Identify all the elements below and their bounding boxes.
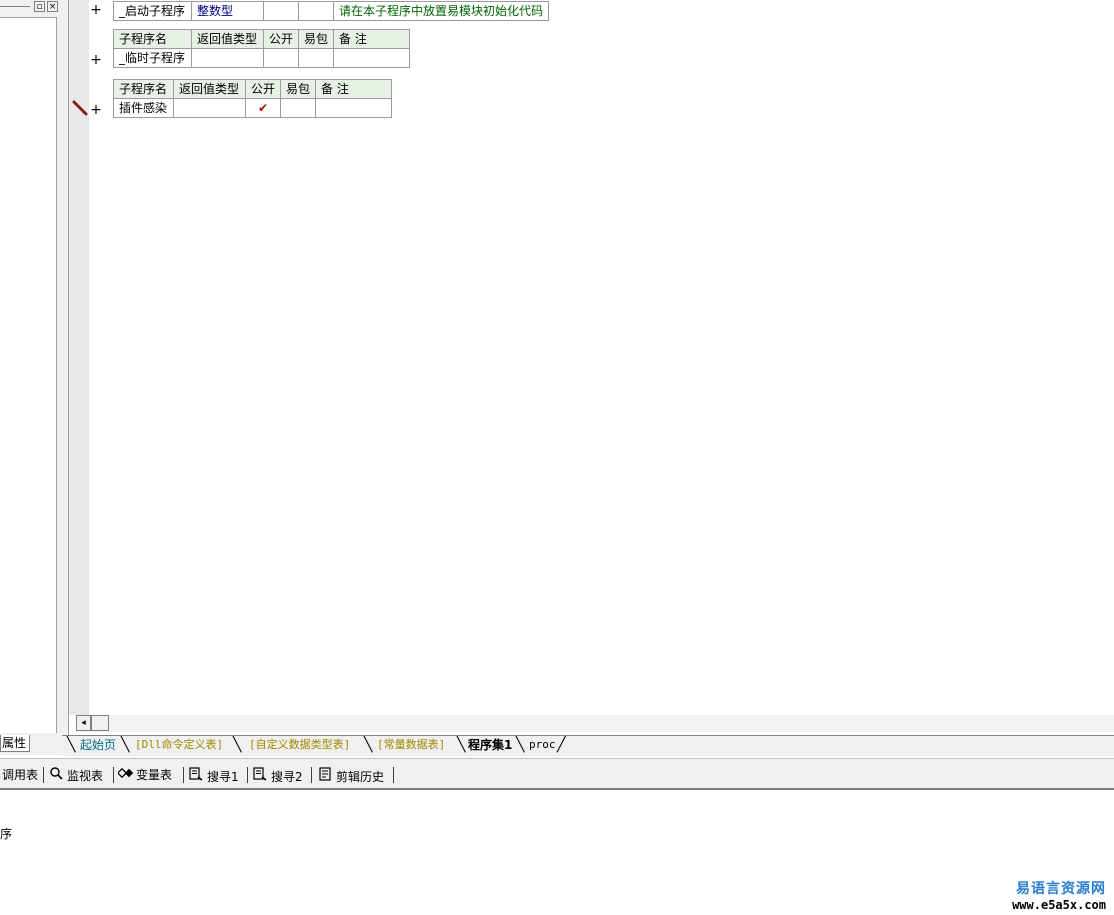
property-panel: ▫ × 属性 [0, 0, 62, 755]
sub-name-cell[interactable]: _启动子程序 [113, 1, 192, 21]
tab-proc[interactable]: proc [523, 736, 562, 755]
search-doc-icon [253, 767, 267, 785]
variable-icon [116, 767, 134, 783]
easy-pack-cell[interactable] [280, 98, 317, 118]
subroutine-table: 子程序名 返回值类型 公开 易包 备 注 _临时子程序 [113, 29, 411, 68]
expand-icon[interactable]: + [90, 3, 102, 17]
column-header: 公开 [244, 79, 282, 99]
restore-button[interactable]: ▫ [34, 1, 45, 12]
tab-divider: ╱ [557, 737, 566, 753]
sub-name-cell[interactable]: 插件感染 [113, 98, 174, 118]
clip-history-button[interactable]: 剪辑历史 [318, 767, 385, 785]
tab-custom-types[interactable]: [自定义数据类型表] [243, 736, 356, 755]
toolbar-divider [311, 767, 312, 783]
clip-history-label: 剪辑历史 [336, 770, 385, 784]
table-row: 插件感染 ✔ [113, 98, 393, 118]
return-type-cell[interactable] [173, 98, 246, 118]
expand-icon[interactable]: + [90, 53, 102, 67]
tab-divider: ╲ [233, 737, 242, 753]
sub-name-cell[interactable]: _临时子程序 [113, 48, 192, 68]
note-cell[interactable] [315, 98, 393, 118]
variable-table-button[interactable]: 变量表 [116, 767, 173, 783]
subroutine-table: _启动子程序 整数型 请在本子程序中放置易模块初始化代码 [113, 1, 550, 21]
search1-button[interactable]: 搜寻1 [189, 767, 239, 785]
call-table-label: 调用表 [2, 768, 39, 782]
toolbar-divider [247, 767, 248, 783]
column-header: 易包 [298, 29, 335, 49]
column-header: 子程序名 [113, 79, 174, 99]
scroll-left-arrow-icon[interactable]: ◂ [76, 715, 91, 731]
note-cell[interactable] [333, 48, 411, 68]
tab-constants[interactable]: [常量数据表] [371, 736, 451, 755]
column-header: 易包 [280, 79, 317, 99]
toolbar-divider [183, 767, 184, 783]
subroutine-table: 子程序名 返回值类型 公开 易包 备 注 插件感染 ✔ [113, 79, 393, 118]
close-button[interactable]: × [47, 1, 58, 12]
public-checkmark[interactable]: ✔ [244, 98, 282, 118]
editor-border [62, 0, 69, 735]
panel-title-bar [0, 6, 30, 7]
variable-table-label: 变量表 [136, 768, 173, 782]
column-header: 返回值类型 [173, 79, 246, 99]
note-cell[interactable]: 请在本子程序中放置易模块初始化代码 [332, 1, 550, 21]
magnifier-icon [49, 767, 63, 784]
search2-label: 搜寻2 [271, 770, 303, 784]
watch-table-label: 监视表 [67, 769, 104, 783]
easy-pack-cell[interactable] [298, 1, 334, 21]
column-header: 公开 [262, 29, 300, 49]
pencil-icon [72, 100, 88, 116]
column-header: 备 注 [333, 29, 411, 49]
return-type-cell[interactable] [191, 48, 264, 68]
clipboard-icon [318, 767, 332, 785]
table-header-row: 子程序名 返回值类型 公开 易包 备 注 [113, 79, 393, 99]
search2-button[interactable]: 搜寻2 [253, 767, 303, 785]
column-header: 子程序名 [113, 29, 192, 49]
search-doc-icon [189, 767, 203, 785]
toolbar-divider [393, 767, 394, 783]
toolbar-divider [113, 767, 114, 783]
tab-dll-commands[interactable]: [Dll命令定义表] [129, 736, 229, 755]
watermark-title: 易语言资源网 [1016, 881, 1106, 897]
call-table-button[interactable]: 调用表 [2, 767, 38, 783]
public-cell[interactable] [263, 1, 299, 21]
output-text: 序 [0, 827, 13, 841]
column-header: 返回值类型 [191, 29, 264, 49]
public-cell[interactable] [262, 48, 300, 68]
table-header-row: 子程序名 返回值类型 公开 易包 备 注 [113, 29, 411, 49]
watermark-url: www.e5a5x.com [1012, 898, 1106, 912]
column-header: 备 注 [315, 79, 393, 99]
toolbar-divider [43, 767, 44, 783]
easy-pack-cell[interactable] [298, 48, 335, 68]
tab-assembly-1[interactable]: 程序集1 [462, 736, 518, 755]
watch-table-button[interactable]: 监视表 [49, 767, 103, 783]
tab-start-page[interactable]: 起始页 [74, 736, 122, 755]
return-type-cell[interactable]: 整数型 [191, 1, 264, 21]
scroll-thumb[interactable] [91, 715, 109, 731]
property-list[interactable] [0, 17, 57, 733]
table-row: _启动子程序 整数型 请在本子程序中放置易模块初始化代码 [113, 1, 550, 21]
tab-properties[interactable]: 属性 [0, 735, 30, 752]
search1-label: 搜寻1 [207, 770, 239, 784]
output-toolbar: 调用表 监视表 变量表 搜寻1 搜寻2 剪辑历史 [0, 758, 1114, 790]
horizontal-scrollbar[interactable]: ◂ [76, 715, 1114, 732]
document-tab-strip: ╲ 起始页 ╲ [Dll命令定义表] ╲ [自定义数据类型表] ╲ [常量数据表… [62, 735, 1114, 756]
expand-icon[interactable]: + [90, 103, 102, 117]
watermark: 易语言资源网 www.e5a5x.com [1012, 878, 1106, 912]
table-row: _临时子程序 [113, 48, 411, 68]
